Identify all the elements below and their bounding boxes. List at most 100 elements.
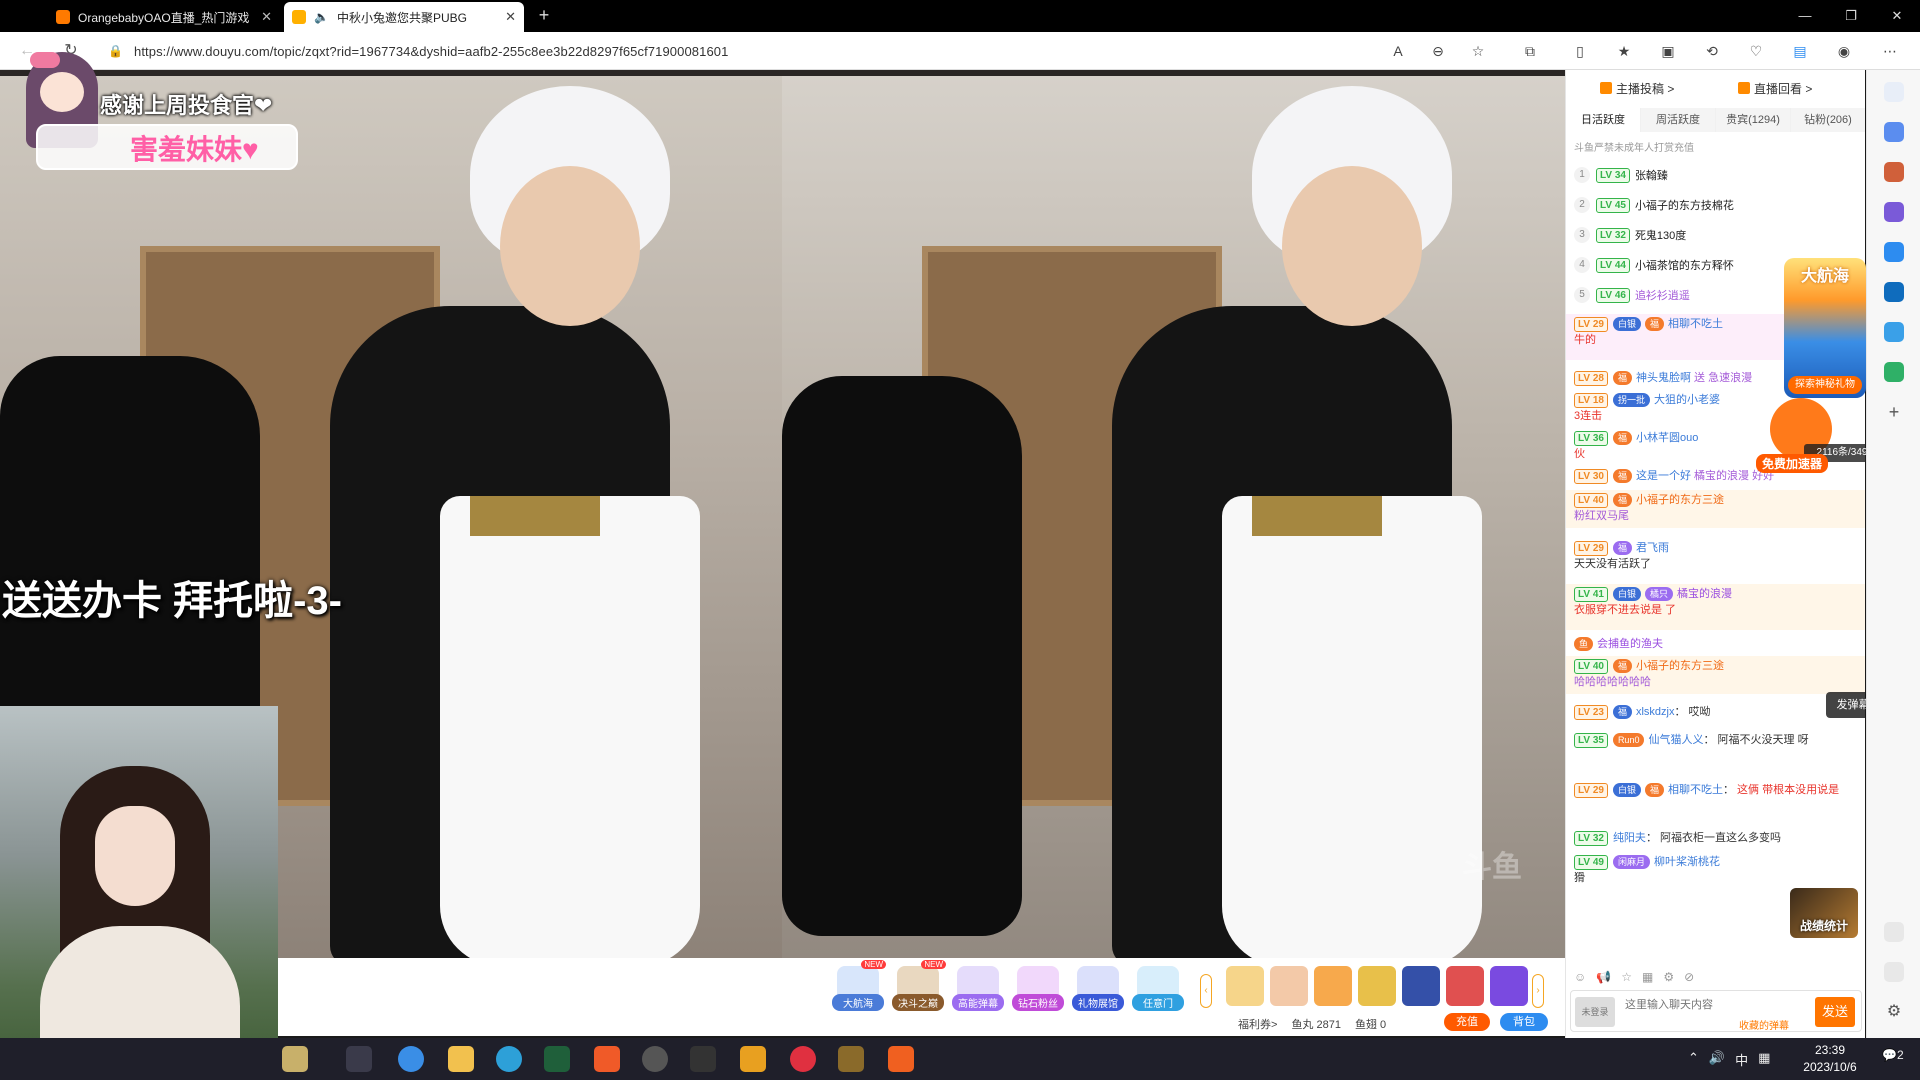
taskbar-app-icon[interactable] [282,1046,308,1072]
battle-stats-widget[interactable]: 战绩统计 [1790,888,1858,938]
search-icon[interactable] [1884,82,1904,102]
star-icon[interactable]: ☆ [1621,970,1632,984]
collected-danmu-link[interactable]: 收藏的弹幕 [1739,1017,1789,1032]
pip-camera[interactable] [0,706,278,1080]
user-avatar[interactable]: 未登录 [1575,997,1615,1027]
favorites-icon[interactable]: ★ [1614,41,1634,61]
file-explorer-icon[interactable] [448,1046,474,1072]
send-button[interactable]: 发送 [1815,997,1855,1027]
speaker-icon[interactable]: 📢 [1596,970,1611,984]
screenshot-icon[interactable] [1884,922,1904,942]
gift-next-arrow-icon[interactable]: › [1532,974,1544,1008]
gift-item-icon[interactable] [1270,966,1308,1006]
keyboard-icon[interactable]: ▦ [1758,1050,1770,1069]
zoom-icon[interactable]: ⊖ [1428,41,1448,61]
owl-app-icon[interactable] [740,1046,766,1072]
split-screen-icon[interactable]: ▯ [1570,41,1590,61]
settings-icon[interactable]: ⚙ [1663,970,1674,984]
chat-input[interactable] [1623,995,1783,1015]
explore-gift-button[interactable]: 探索神秘礼物 [1788,376,1862,394]
capcut-icon[interactable] [690,1046,716,1072]
ime-indicator[interactable]: 中 [1735,1050,1748,1069]
obs-icon[interactable] [642,1046,668,1072]
profile-avatar-icon[interactable]: ◉ [1834,41,1854,61]
url-text[interactable]: https://www.douyu.com/topic/zqxt?rid=196… [134,44,728,59]
gift-item-icon[interactable] [1226,966,1264,1006]
tag-icon[interactable] [1884,122,1904,142]
extensions-icon[interactable]: ⧉ [1520,41,1540,61]
gift-item-icon[interactable] [1490,966,1528,1006]
open-external-icon[interactable] [1884,962,1904,982]
gift-any-door[interactable]: 任意门 [1132,966,1184,1011]
chat-message[interactable]: LV 41 白银 橘只 橘宝的浪漫 衣服穿不进去说是 了 [1566,584,1865,630]
history-icon[interactable]: ⟲ [1702,41,1722,61]
gift-prev-arrow-icon[interactable]: ‹ [1200,974,1212,1008]
chat-message[interactable]: LV 40 福小福子的东方三途 哈哈哈哈哈哈哈 [1566,656,1865,694]
tab-close-icon[interactable]: ✕ [505,9,516,25]
chat-message[interactable]: LV 40 福小福子的东方三途 粉红双马尾 [1566,490,1865,528]
performance-icon[interactable]: ♡ [1746,41,1766,61]
gift-item-icon[interactable] [1314,966,1352,1006]
task-view-icon[interactable] [346,1046,372,1072]
league-icon[interactable] [838,1046,864,1072]
gift-duel[interactable]: 决斗之巅 NEW [892,960,946,1011]
add-icon[interactable]: + [1884,402,1904,422]
chat-message[interactable]: LV 29 白银福相聊不吃土： 这俩 带根本没用说是 [1566,780,1865,820]
speaker-icon[interactable]: 🔈 [314,10,329,24]
notification-center-icon[interactable]: 💬2 [1882,1048,1904,1070]
anchor-submit-link[interactable]: 主播投稿 > [1600,80,1674,97]
tab-diamond-fans[interactable]: 钻粉(206) [1791,108,1865,132]
welfare-link[interactable]: 福利券> [1238,1016,1277,1032]
clock[interactable]: 23:39 2023/10/6 [1790,1042,1870,1076]
url-box[interactable]: 🔒 https://www.douyu.com/topic/zqxt?rid=1… [108,37,1388,65]
douyu-app-icon[interactable] [594,1046,620,1072]
gift-item-icon[interactable] [1358,966,1396,1006]
chat-message[interactable]: LV 23 福 xlskdzjx： 哎呦 [1566,702,1865,722]
gift-item-icon[interactable] [1446,966,1484,1006]
office-icon[interactable] [1884,242,1904,262]
restore-button[interactable]: ❐ [1828,0,1874,32]
volume-icon[interactable]: 🔊 [1709,1050,1725,1069]
gift-diamond-fan[interactable]: 钻石粉丝 [1012,966,1064,1011]
new-tab-button[interactable]: + [532,4,556,28]
audition-icon[interactable] [544,1046,570,1072]
collections-icon[interactable]: ▣ [1658,41,1678,61]
gift-icon[interactable]: ▦ [1642,970,1653,984]
replay-link[interactable]: 直播回看 > [1738,80,1812,97]
tab-orangebaby[interactable]: OrangebabyOAO直播_热门游戏 ✕ [48,2,280,32]
edge-icon[interactable] [496,1046,522,1072]
tab-pubg-active[interactable]: 🔈 中秋小兔邀您共聚PUBG ✕ [284,2,524,32]
tab-vip[interactable]: 贵宾(1294) [1716,108,1791,132]
chevron-up-icon[interactable]: ⌃ [1688,1050,1699,1069]
emoji-icon[interactable]: ☺ [1574,970,1586,984]
chat-message[interactable]: LV 35 Run0 仙气猫人义： 阿福不火没天理 呀 [1566,730,1865,768]
games-icon[interactable] [1884,202,1904,222]
gift-high-energy-danmu[interactable]: 高能弹幕 [952,966,1004,1011]
chat-message[interactable]: 鱼会捕鱼的渔夫 [1566,634,1865,654]
send-icon[interactable] [1884,322,1904,342]
recharge-button[interactable]: 充值 [1444,1013,1490,1031]
read-aloud-icon[interactable]: A [1388,41,1408,61]
outlook-icon[interactable] [1884,282,1904,302]
fleet-promo-banner[interactable]: 大航海 探索神秘礼物 [1784,258,1866,398]
lock-icon[interactable]: 🔒 [108,44,124,58]
gift-item-icon[interactable] [1402,966,1440,1006]
more-menu-icon[interactable]: ⋯ [1880,41,1900,61]
clear-icon[interactable]: ⊘ [1684,970,1694,984]
netease-music-icon[interactable] [790,1046,816,1072]
close-window-button[interactable]: ✕ [1874,0,1920,32]
tab-daily-activity[interactable]: 日活跃度 [1566,108,1641,132]
kugou-icon[interactable] [398,1046,424,1072]
chat-message[interactable]: LV 32 纯阳夫： 阿福衣柜一直这么多变吗 [1566,828,1865,848]
rank-row[interactable]: 1 LV 34 张翰臻 [1566,162,1865,188]
chat-message[interactable]: LV 49 闲麻月 柳叶桨渐桃花 猾 [1566,852,1865,892]
favorite-star-icon[interactable]: ☆ [1468,41,1488,61]
tab-close-icon[interactable]: ✕ [261,9,272,25]
backpack-button[interactable]: 背包 [1500,1013,1548,1031]
sidebar-toggle-icon[interactable]: ▤ [1790,41,1810,61]
minimize-button[interactable]: — [1782,0,1828,32]
chat-message[interactable]: LV 29 福君飞雨 天天没有活跃了 [1566,538,1865,578]
briefcase-icon[interactable] [1884,162,1904,182]
gift-fleet[interactable]: 大航海 NEW [832,960,886,1011]
gift-hall[interactable]: 礼物展馆 [1072,966,1124,1011]
